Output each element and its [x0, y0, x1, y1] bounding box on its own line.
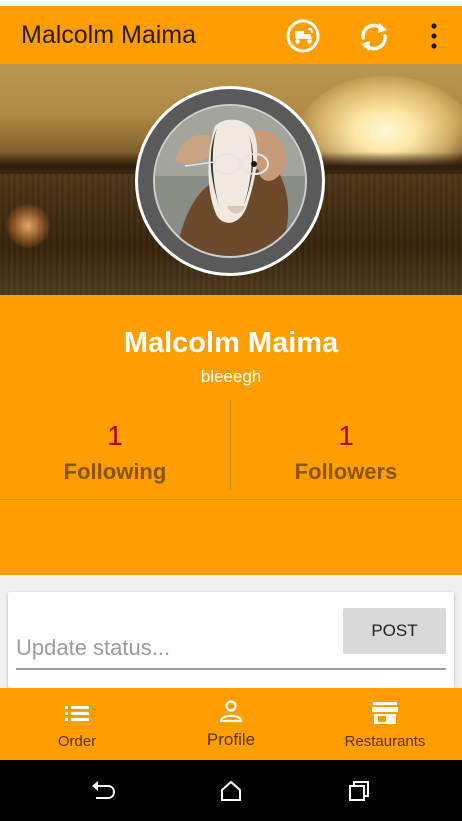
following-label[interactable]: Following	[0, 459, 230, 485]
cover-lens-flare	[6, 204, 50, 248]
following-count[interactable]: 1	[0, 420, 230, 452]
followers-label[interactable]: Followers	[231, 459, 461, 485]
avatar[interactable]	[135, 86, 325, 276]
nav-item-profile[interactable]: Profile	[154, 688, 308, 760]
system-nav-bar	[0, 760, 462, 821]
nav-label-order: Order	[57, 733, 97, 750]
app-bar: Malcolm Maima	[0, 6, 462, 64]
person-icon	[219, 700, 243, 723]
bottom-nav: Order Profile Restaurants	[0, 688, 462, 760]
followers-count[interactable]: 1	[231, 420, 461, 452]
profile-name: Malcolm Maima	[123, 327, 339, 359]
avatar-photo	[153, 104, 307, 258]
app-title: Malcolm Maima	[21, 21, 197, 49]
back-icon[interactable]	[90, 780, 116, 802]
nav-item-restaurants[interactable]: Restaurants	[308, 688, 462, 760]
goat-illustration	[155, 106, 305, 256]
delivery-scooter-icon[interactable]	[284, 17, 322, 55]
post-button[interactable]: POST	[343, 608, 446, 654]
list-icon	[65, 706, 89, 721]
nav-item-order[interactable]: Order	[0, 688, 154, 760]
profile-username: bleeegh	[200, 367, 262, 386]
store-icon	[372, 702, 398, 724]
stats-bottom-divider	[0, 499, 462, 500]
sync-icon[interactable]	[355, 18, 393, 56]
recents-icon[interactable]	[347, 779, 371, 803]
nav-label-restaurants: Restaurants	[344, 733, 426, 750]
home-icon[interactable]	[219, 779, 243, 803]
nav-label-profile: Profile	[206, 730, 256, 749]
more-vert-icon[interactable]	[424, 20, 444, 52]
